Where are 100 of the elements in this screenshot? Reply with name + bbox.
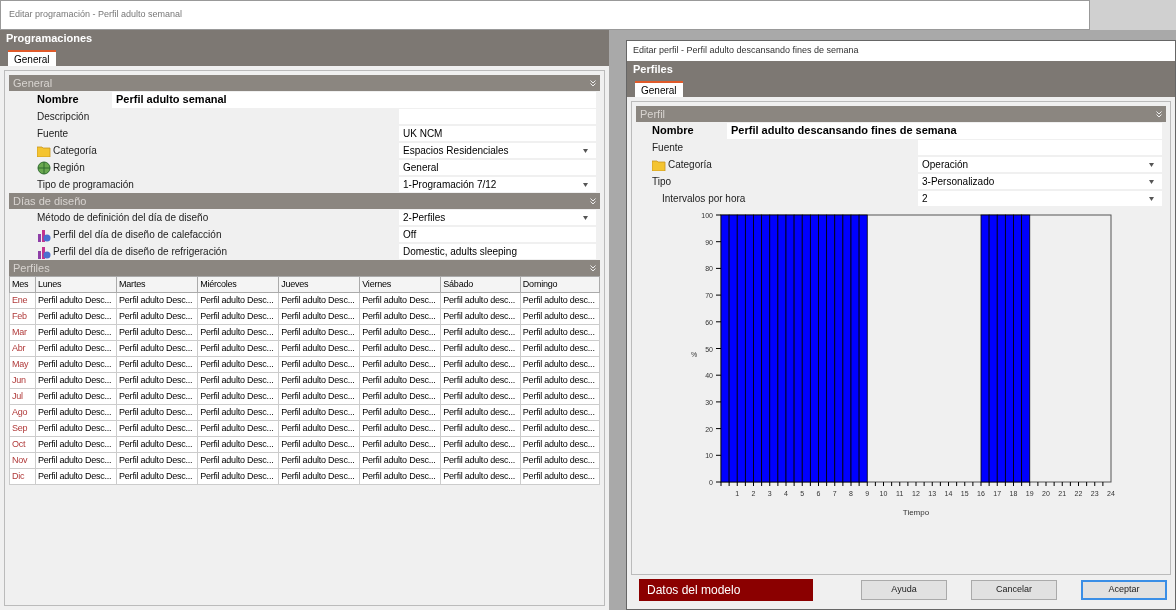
name-field[interactable]: Perfil adulto semanal (112, 91, 597, 108)
table-cell: Perfil adulto desc... (520, 420, 600, 437)
collapse-icon (590, 79, 597, 87)
folder-icon (652, 158, 666, 171)
table-cell: Perfil adulto Desc... (35, 372, 117, 389)
table-cell: Perfil adulto Desc... (359, 324, 441, 341)
caret-down-icon (583, 148, 589, 153)
text-field[interactable]: UK NCM (399, 126, 597, 141)
month-cell: Jun (9, 372, 36, 389)
table-cell: Perfil adulto desc... (520, 340, 600, 357)
dialog-button[interactable]: Aceptar (1081, 580, 1167, 600)
field-label: Método de definición del día de diseño (37, 211, 209, 225)
table-cell: Perfil adulto Desc... (35, 308, 117, 325)
table-cell: Perfil adulto Desc... (35, 324, 117, 341)
text-field[interactable]: Domestic, adults sleeping (399, 244, 597, 259)
table-cell: Perfil adulto Desc... (359, 340, 441, 357)
table-cell: Perfil adulto Desc... (116, 436, 198, 453)
table-cell: Perfil adulto desc... (440, 420, 521, 437)
table-cell: Perfil adulto Desc... (278, 292, 360, 309)
month-cell: May (9, 356, 36, 373)
tab[interactable]: General (8, 50, 56, 66)
table-cell: Perfil adulto Desc... (197, 292, 279, 309)
dropdown[interactable]: 1-Programación 7/12 (399, 177, 597, 192)
table-cell: Perfil adulto Desc... (197, 468, 279, 485)
field-label: Fuente (652, 141, 684, 155)
table-cell: Perfil adulto Desc... (116, 324, 198, 341)
table-cell: Perfil adulto Desc... (116, 308, 198, 325)
table-cell: Perfil adulto Desc... (197, 372, 279, 389)
table-cell: Perfil adulto Desc... (359, 468, 441, 485)
field-label: Categoría (668, 158, 712, 172)
table-cell: Perfil adulto desc... (520, 436, 600, 453)
table-cell: Perfil adulto desc... (520, 356, 600, 373)
table-cell: Perfil adulto Desc... (278, 340, 360, 357)
caret-down-icon (1149, 179, 1154, 184)
name-field[interactable]: Perfil adulto descansando fines de semana (727, 122, 1162, 139)
field-label: Perfil del día de diseño de calefacción (53, 228, 222, 242)
table-cell: Perfil adulto Desc... (278, 468, 360, 485)
folder-icon (37, 144, 51, 157)
column-header[interactable]: Domingo (520, 276, 600, 293)
table-cell: Perfil adulto Desc... (116, 404, 198, 421)
table-cell: Perfil adulto Desc... (359, 372, 441, 389)
table-cell: Perfil adulto Desc... (197, 452, 279, 469)
column-header[interactable]: Jueves (278, 276, 360, 293)
table-cell: Perfil adulto Desc... (278, 372, 360, 389)
table-cell: Perfil adulto Desc... (116, 340, 198, 357)
table-cell: Perfil adulto Desc... (197, 324, 279, 341)
column-header[interactable]: Viernes (359, 276, 441, 293)
table-cell: Perfil adulto Desc... (197, 356, 279, 373)
table-cell: Perfil adulto Desc... (359, 308, 441, 325)
table-cell: Perfil adulto Desc... (35, 340, 117, 357)
table-cell: Perfil adulto desc... (440, 452, 521, 469)
dialog-button[interactable]: Cancelar (971, 580, 1057, 600)
column-header[interactable]: Miércoles (197, 276, 279, 293)
column-header[interactable]: Sábado (440, 276, 521, 293)
table-cell: Perfil adulto Desc... (116, 388, 198, 405)
table-cell: Perfil adulto Desc... (359, 452, 441, 469)
table-cell: Perfil adulto Desc... (35, 388, 117, 405)
table-cell: Perfil adulto Desc... (278, 420, 360, 437)
month-cell: Ago (9, 404, 36, 421)
dropdown[interactable]: 2 (918, 191, 1162, 206)
panel-title: Perfiles (633, 61, 673, 77)
table-cell: Perfil adulto desc... (440, 340, 521, 357)
dropdown[interactable]: 2-Perfiles (399, 210, 597, 225)
dropdown[interactable]: Espacios Residenciales (399, 143, 597, 158)
table-cell: Perfil adulto Desc... (278, 388, 360, 405)
model-data-banner: Datos del modelo (639, 579, 813, 601)
table-cell: Perfil adulto desc... (440, 356, 521, 373)
text-field[interactable]: Off (399, 227, 597, 242)
column-header[interactable]: Lunes (35, 276, 117, 293)
caret-down-icon (1149, 196, 1154, 201)
table-cell: Perfil adulto desc... (520, 372, 600, 389)
table-cell: Perfil adulto Desc... (278, 452, 360, 469)
text-field[interactable]: General (399, 160, 597, 175)
table-cell: Perfil adulto Desc... (359, 388, 441, 405)
field-label: Nombre (37, 92, 79, 108)
column-header[interactable]: Martes (116, 276, 198, 293)
dialog-title: Editar perfil - Perfil adulto descansando fines de semana (633, 44, 859, 58)
table-cell: Perfil adulto Desc... (278, 436, 360, 453)
table-cell: Perfil adulto desc... (520, 404, 600, 421)
dialog-button[interactable]: Ayuda (861, 580, 947, 600)
collapse-icon (590, 264, 597, 272)
column-header[interactable]: Mes (9, 276, 36, 293)
caret-down-icon (1149, 162, 1154, 167)
window-title: Editar programación - Perfil adulto semanal (9, 8, 183, 22)
table-cell: Perfil adulto Desc... (116, 452, 198, 469)
table-cell: Perfil adulto desc... (520, 468, 600, 485)
chart-icon (37, 227, 51, 242)
collapse-icon (1156, 110, 1162, 118)
tab[interactable]: General (635, 81, 683, 97)
field-label: Tipo (652, 175, 672, 189)
field-label: Perfil del día de diseño de refrigeración (53, 245, 227, 259)
dropdown[interactable]: Operación (918, 157, 1162, 172)
table-cell: Perfil adulto desc... (520, 292, 600, 309)
table-cell: Perfil adulto desc... (520, 308, 600, 325)
panel-title: Programaciones (6, 30, 93, 46)
table-cell: Perfil adulto Desc... (116, 372, 198, 389)
collapse-icon (590, 197, 597, 205)
table-cell: Perfil adulto Desc... (35, 420, 117, 437)
dropdown[interactable]: 3-Personalizado (918, 174, 1162, 189)
table-cell: Perfil adulto Desc... (359, 292, 441, 309)
